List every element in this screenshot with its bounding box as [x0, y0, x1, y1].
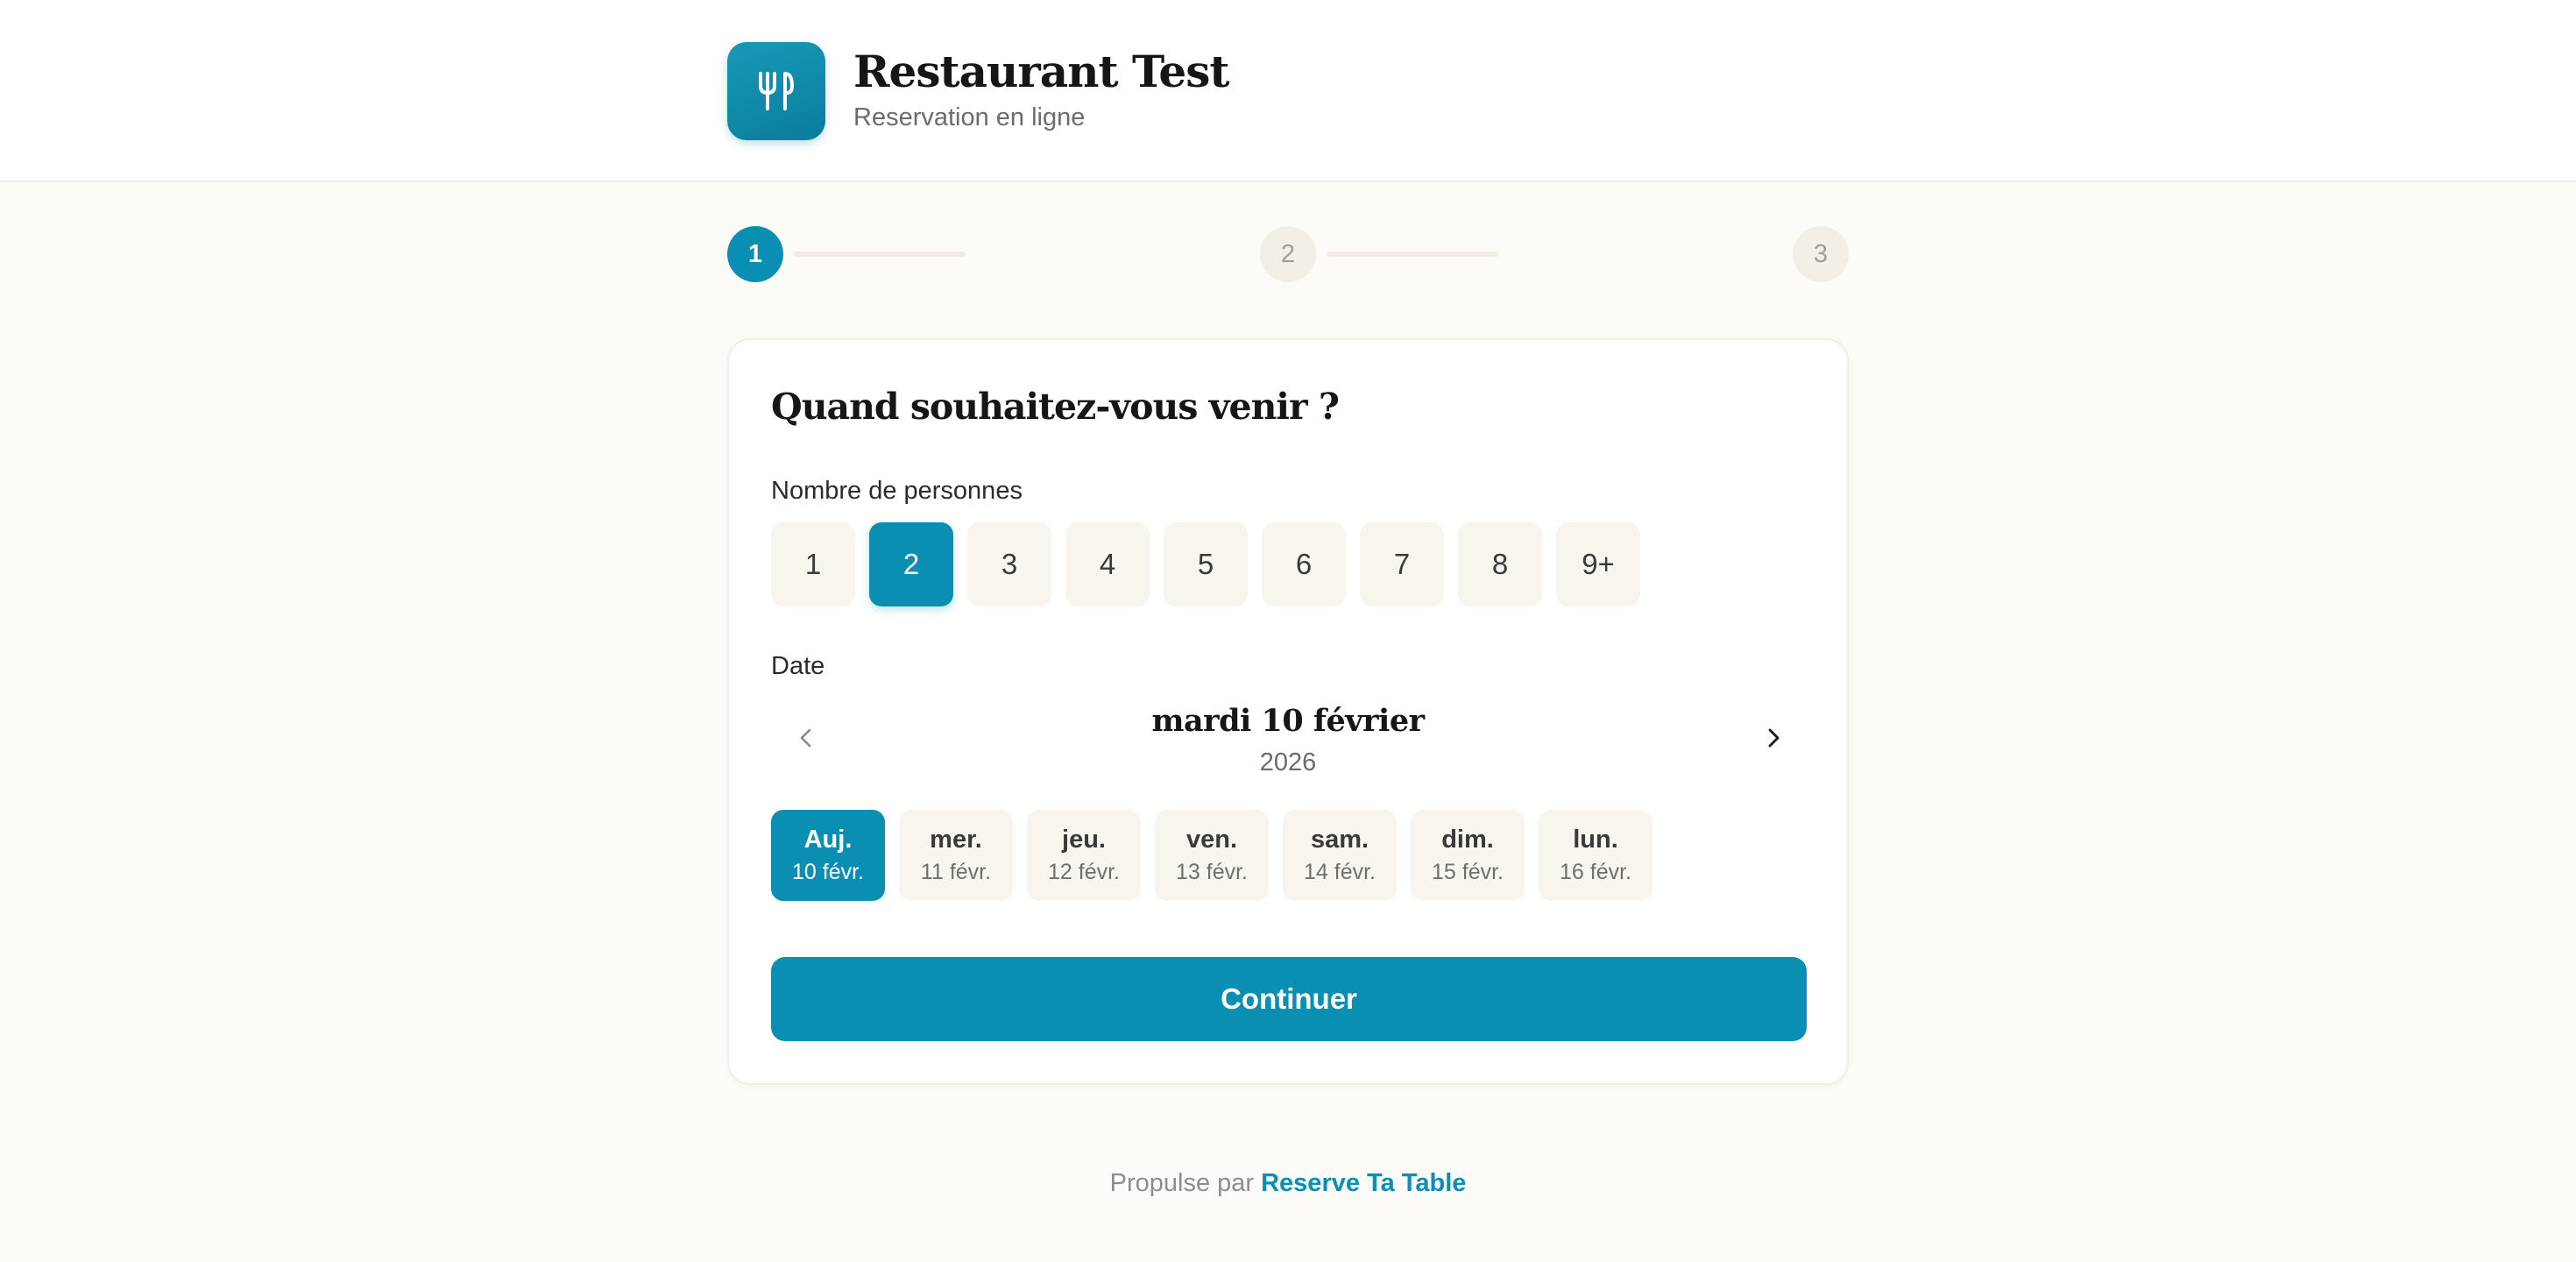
site-header: Restaurant Test Reservation en ligne [0, 0, 2576, 182]
restaurant-logo [727, 42, 825, 140]
date-label: Date [771, 652, 825, 680]
continue-button[interactable]: Continuer [771, 957, 1807, 1041]
chevron-right-icon [1768, 728, 1780, 748]
day-option-today[interactable]: Auj. 10 févr. [771, 810, 885, 901]
party-option-6[interactable]: 6 [1262, 522, 1346, 606]
day-option-fri[interactable]: ven. 13 févr. [1155, 810, 1269, 901]
day-name: dim. [1441, 826, 1494, 854]
step-1: 1 [727, 226, 783, 282]
day-name: Auj. [803, 826, 853, 854]
day-option-wed[interactable]: mer. 11 févr. [899, 810, 1013, 901]
day-selector: Auj. 10 févr. mer. 11 févr. jeu. 12 févr… [771, 810, 1652, 901]
next-date-button[interactable] [1749, 713, 1798, 762]
party-option-1[interactable]: 1 [771, 522, 855, 606]
footer-prefix: Propulse par [1109, 1169, 1255, 1197]
day-option-thu[interactable]: jeu. 12 févr. [1027, 810, 1141, 901]
footer: Propulse par Reserve Ta Table [0, 1169, 2576, 1198]
party-option-4[interactable]: 4 [1065, 522, 1150, 606]
day-option-sat[interactable]: sam. 14 févr. [1283, 810, 1397, 901]
party-size-selector: 1 2 3 4 5 6 7 8 9+ [771, 522, 1640, 606]
day-date: 16 févr. [1560, 860, 1631, 884]
party-option-5[interactable]: 5 [1164, 522, 1248, 606]
day-name: mer. [930, 826, 982, 854]
restaurant-subtitle: Reservation en ligne [853, 103, 1086, 131]
previous-date-button[interactable] [782, 713, 831, 762]
fork-knife-icon [759, 72, 794, 110]
chevron-left-icon [800, 728, 811, 748]
day-date: 14 févr. [1304, 860, 1376, 884]
day-name: lun. [1573, 826, 1618, 854]
day-option-mon[interactable]: lun. 16 févr. [1539, 810, 1652, 901]
selected-year: 2026 [1259, 748, 1317, 776]
party-size-label: Nombre de personnes [771, 477, 1023, 505]
day-name: jeu. [1062, 826, 1106, 854]
day-date: 12 févr. [1048, 860, 1120, 884]
party-option-8[interactable]: 8 [1458, 522, 1542, 606]
card-title: Quand souhaitez-vous venir ? [771, 386, 1340, 428]
day-name: ven. [1185, 826, 1238, 854]
day-date: 15 févr. [1432, 860, 1504, 884]
step-3: 3 [1793, 226, 1849, 282]
restaurant-name: Restaurant Test [853, 46, 1229, 97]
day-date: 10 févr. [792, 860, 864, 884]
reserve-ta-table-link[interactable]: Reserve Ta Table [1261, 1169, 1466, 1197]
day-date: 13 févr. [1176, 860, 1248, 884]
day-name: sam. [1310, 826, 1369, 854]
day-option-sun[interactable]: dim. 15 févr. [1411, 810, 1525, 901]
reservation-card: Quand souhaitez-vous venir ? Nombre de p… [727, 338, 1849, 1085]
day-date: 11 févr. [920, 860, 992, 884]
step-connector-1 [794, 252, 966, 257]
party-option-7[interactable]: 7 [1360, 522, 1444, 606]
party-option-2[interactable]: 2 [869, 522, 953, 606]
party-option-3[interactable]: 3 [967, 522, 1051, 606]
step-2: 2 [1260, 226, 1316, 282]
step-connector-2 [1327, 252, 1498, 257]
selected-date: mardi 10 février [1151, 703, 1425, 739]
party-option-9plus[interactable]: 9+ [1556, 522, 1640, 606]
